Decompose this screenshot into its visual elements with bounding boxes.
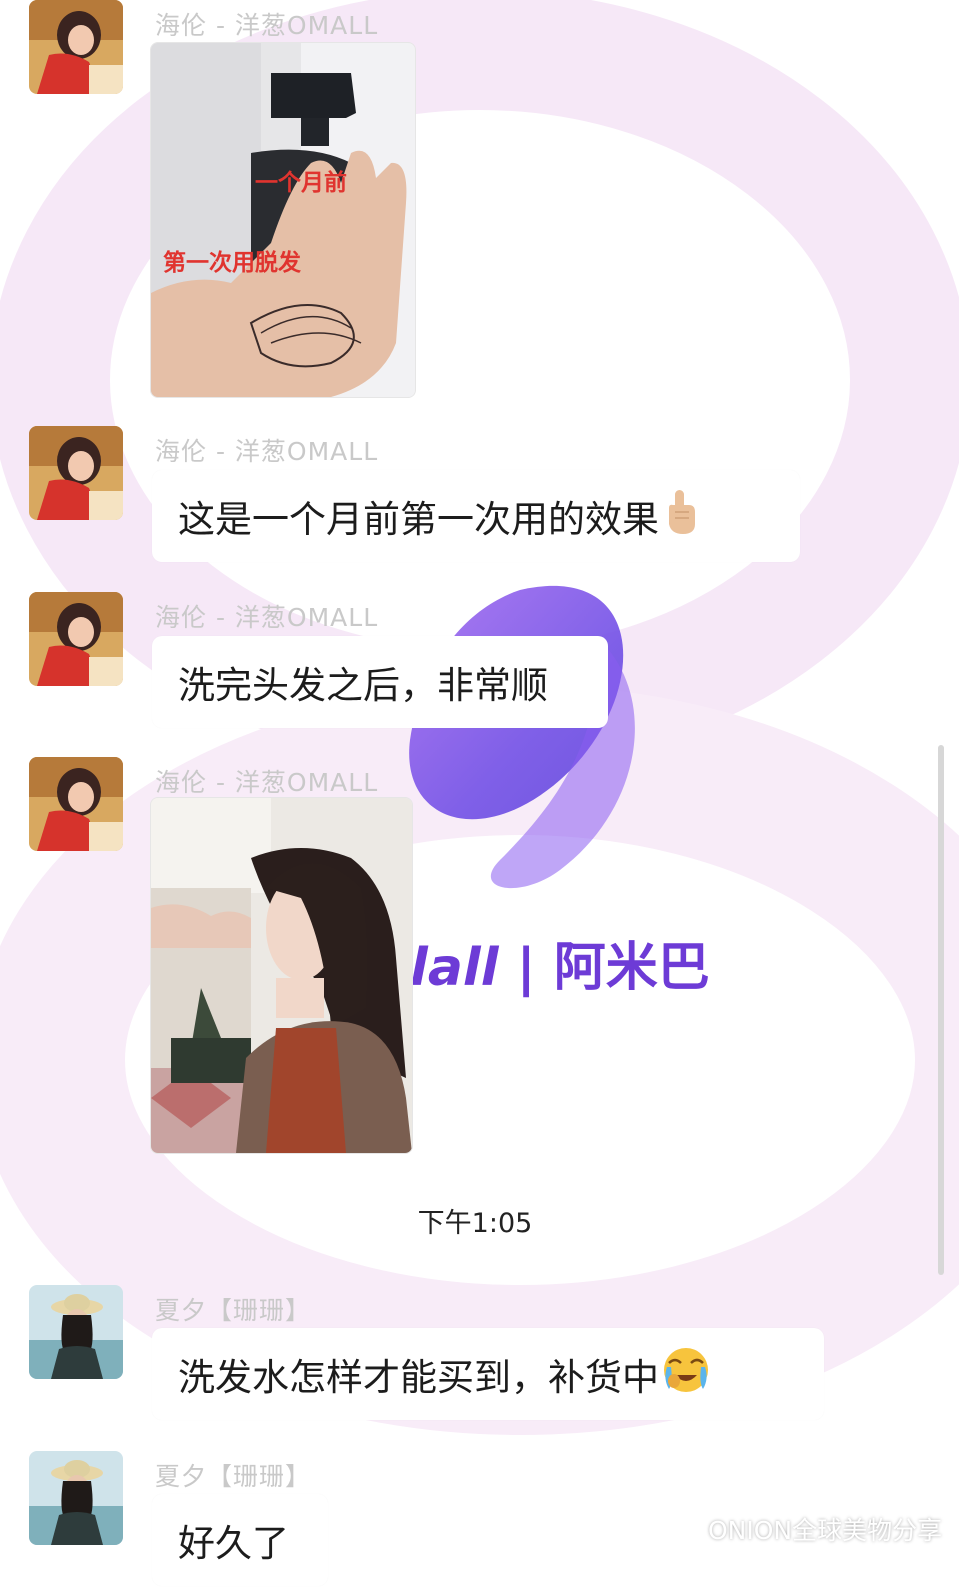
sender-name: 夏夕【珊珊】 [155, 1462, 312, 1491]
message-bubble[interactable]: 洗完头发之后，非常顺 [152, 636, 608, 728]
message-bubble[interactable]: 好久了 [152, 1494, 328, 1586]
message-text: 这是一个月前第一次用的效果 [178, 498, 659, 541]
avatar[interactable] [29, 426, 123, 520]
crying-face-emoji [661, 1345, 711, 1404]
message-image[interactable] [150, 797, 413, 1154]
message-bubble[interactable]: 这是一个月前第一次用的效果 [152, 470, 800, 562]
watermark-text: ONION全球美物分享 [708, 1516, 943, 1545]
message-bubble[interactable]: 洗发水怎样才能买到，补货中 [152, 1328, 824, 1420]
scrollbar[interactable] [938, 745, 944, 1275]
avatar[interactable] [29, 1285, 123, 1379]
wechat-icon [668, 1515, 702, 1543]
avatar[interactable] [29, 592, 123, 686]
sender-name: 夏夕【珊珊】 [155, 1296, 312, 1325]
pointing-up-emoji [661, 488, 701, 545]
message-image[interactable]: 一个月前 第一次用脱发 [150, 42, 416, 398]
sender-name: 海伦 - 洋葱OMALL [155, 437, 379, 466]
sender-name: 海伦 - 洋葱OMALL [155, 11, 379, 40]
message-text: 洗发水怎样才能买到，补货中 [178, 1356, 659, 1399]
avatar[interactable] [29, 1451, 123, 1545]
sender-name: 海伦 - 洋葱OMALL [155, 768, 379, 797]
image-caption-bottom: 第一次用脱发 [163, 250, 301, 276]
avatar[interactable] [29, 0, 123, 94]
chat-thread[interactable]: 海伦 - 洋葱OMALL 一个月前 第一次用脱发 海伦 - 洋葱OMALL 这是… [0, 0, 959, 1589]
message-text: 好久了 [178, 1522, 289, 1565]
sender-name: 海伦 - 洋葱OMALL [155, 603, 379, 632]
image-caption-top: 一个月前 [255, 170, 347, 196]
message-text: 洗完头发之后，非常顺 [178, 664, 548, 707]
avatar[interactable] [29, 757, 123, 851]
watermark: ONION全球美物分享 [668, 1511, 942, 1547]
timestamp: 下午1:05 [408, 1197, 542, 1243]
